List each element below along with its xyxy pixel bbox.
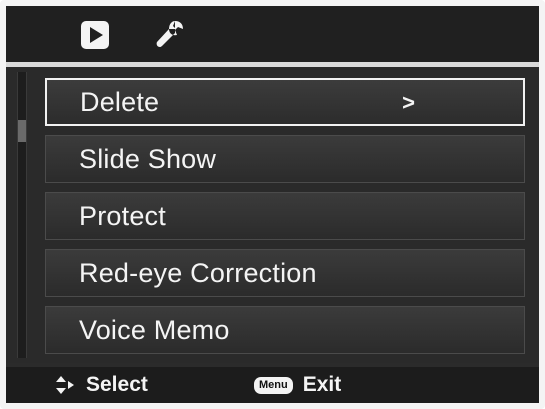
wrench-icon[interactable] xyxy=(152,18,186,52)
menu-item-label: Red-eye Correction xyxy=(79,257,317,288)
menu-item-label: Delete xyxy=(80,86,160,117)
menu-item-label: Protect xyxy=(79,200,166,231)
menu-item-label: Voice Memo xyxy=(79,314,230,345)
select-hint: Select xyxy=(54,367,148,403)
exit-hint: Menu Exit xyxy=(254,367,341,403)
menu-item-delete[interactable]: Delete > xyxy=(45,78,525,126)
up-down-right-arrows-icon xyxy=(56,376,74,394)
exit-label: Exit xyxy=(302,373,342,396)
menu-scrollbar[interactable] xyxy=(17,72,27,358)
menu-item-voice-memo[interactable]: Voice Memo xyxy=(45,306,525,354)
playback-icon[interactable] xyxy=(78,18,112,52)
submenu-arrow-icon: > xyxy=(402,90,415,115)
menu-footer: Select Menu Exit xyxy=(6,367,539,403)
menu-tab-bar xyxy=(6,6,539,62)
menu-item-red-eye-correction[interactable]: Red-eye Correction xyxy=(45,249,525,297)
menu-key-badge: Menu xyxy=(254,376,293,394)
menu-item-slide-show[interactable]: Slide Show xyxy=(45,135,525,183)
select-label: Select xyxy=(86,373,148,396)
scrollbar-thumb[interactable] xyxy=(18,120,26,142)
menu-item-label: Slide Show xyxy=(79,143,217,174)
menu-item-protect[interactable]: Protect xyxy=(45,192,525,240)
